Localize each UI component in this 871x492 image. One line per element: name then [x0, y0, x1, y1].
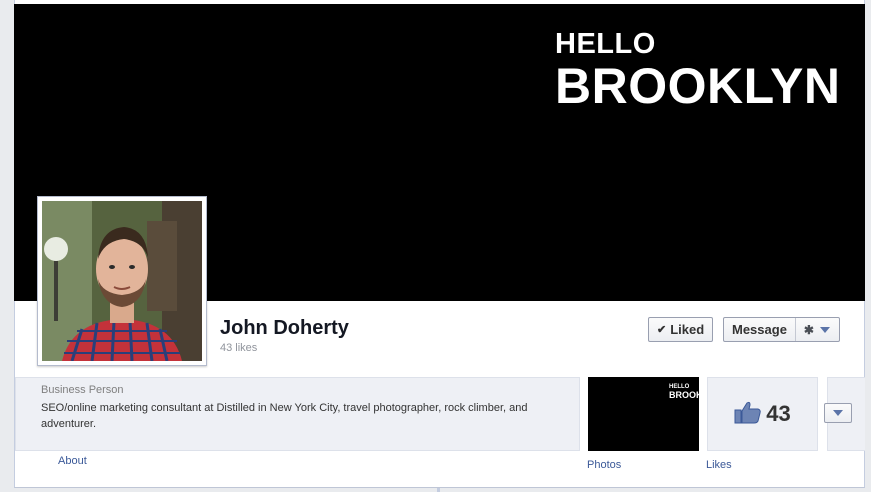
page-description: SEO/online marketing consultant at Disti…	[41, 402, 528, 430]
divider	[437, 488, 440, 492]
page-category: Business Person	[41, 384, 124, 396]
photos-link[interactable]: Photos	[587, 459, 621, 471]
likes-link[interactable]: Likes	[706, 459, 732, 471]
thumbs-up-icon	[734, 400, 762, 429]
chevron-down-icon	[833, 410, 843, 416]
more-apps-button[interactable]	[824, 403, 852, 423]
cover-text-line1: HELLO	[555, 28, 656, 60]
cover-text: HELLO BROOKLYN	[555, 28, 841, 114]
liked-label: Liked	[670, 322, 705, 337]
likes-count: 43 likes	[220, 342, 258, 354]
about-panel[interactable]: Business Person SEO/online marketing con…	[15, 377, 580, 451]
gear-dropdown[interactable]: ✱	[796, 323, 830, 337]
about-link[interactable]: About	[58, 455, 87, 467]
page-title[interactable]: John Doherty	[220, 317, 349, 340]
check-icon: ✔	[657, 324, 667, 336]
message-label: Message	[724, 318, 796, 341]
message-button[interactable]: Message ✱	[723, 317, 840, 342]
liked-button[interactable]: ✔ Liked	[648, 317, 713, 342]
gear-icon: ✱	[803, 322, 814, 337]
photos-thumbnail[interactable]: HELLO BROOK	[588, 377, 703, 451]
photos-thumb-text-line2: BROOK	[669, 390, 703, 400]
likes-number: 43	[766, 401, 791, 426]
likes-thumbnail[interactable]: 43	[707, 377, 818, 451]
profile-picture[interactable]	[37, 196, 207, 366]
avatar	[42, 201, 202, 361]
cover-text-line2: BROOKLYN	[555, 58, 841, 114]
chevron-down-icon	[819, 326, 830, 333]
